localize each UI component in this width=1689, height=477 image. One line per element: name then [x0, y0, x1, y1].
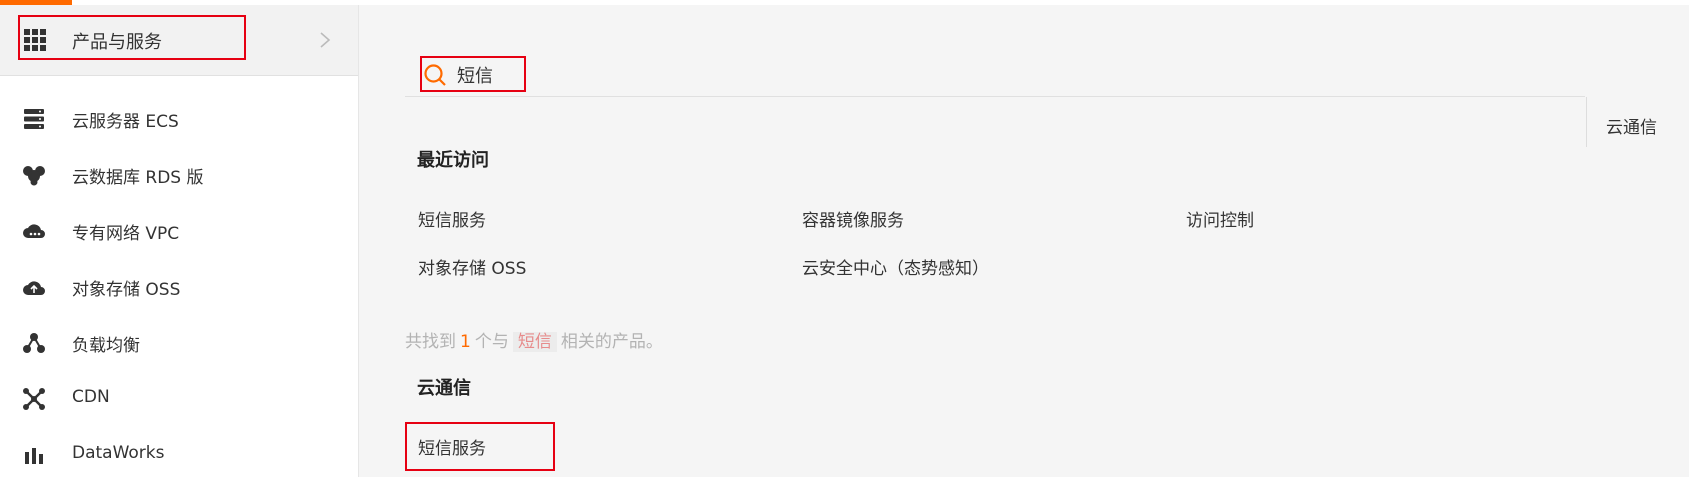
sidebar-item-vpc[interactable]: 专有网络 VPC: [0, 203, 357, 259]
cloud-storage-icon: [23, 281, 45, 295]
search-result-summary: 共找到 1 个与 短信 相关的产品。: [405, 327, 663, 352]
sidebar-item-rds[interactable]: 云数据库 RDS 版: [0, 147, 357, 203]
load-balancer-icon: [23, 333, 45, 353]
result-link-sms[interactable]: 短信服务: [418, 434, 486, 459]
result-count: 1: [460, 332, 471, 352]
search-divider: [405, 96, 1585, 97]
result-suffix: 相关的产品。: [560, 332, 663, 352]
grid-menu-icon: [24, 29, 46, 51]
search-input[interactable]: 短信: [457, 62, 493, 88]
sidebar: 产品与服务 云服务器 ECS 云数据库 RDS 版 专有网络 VPC 对象存储 …: [0, 5, 359, 477]
right-column-divider: [1586, 97, 1587, 147]
sidebar-item-label: 专有网络 VPC: [72, 224, 180, 244]
sidebar-item-label: DataWorks: [72, 443, 165, 463]
database-icon: [23, 166, 45, 186]
products-services-header[interactable]: 产品与服务: [0, 5, 358, 76]
server-icon: [24, 109, 44, 129]
recent-visits-title: 最近访问: [417, 150, 489, 171]
category-tab-cloud-communication[interactable]: 云通信: [1606, 113, 1657, 138]
sidebar-item-cdn[interactable]: CDN: [0, 371, 357, 427]
recent-link-access-control[interactable]: 访问控制: [1186, 206, 1254, 231]
recent-link-container-registry[interactable]: 容器镜像服务: [802, 206, 904, 231]
sidebar-item-slb[interactable]: 负载均衡: [0, 315, 357, 371]
recent-link-security-center[interactable]: 云安全中心（态势感知）: [802, 254, 989, 279]
sidebar-item-oss[interactable]: 对象存储 OSS: [0, 259, 357, 315]
sidebar-item-label: CDN: [72, 387, 110, 407]
sidebar-item-label: 对象存储 OSS: [72, 280, 181, 300]
dataworks-icon: [25, 448, 43, 464]
cdn-icon: [23, 388, 45, 410]
sidebar-item-ecs[interactable]: 云服务器 ECS: [0, 91, 357, 147]
result-keyword: 短信: [512, 332, 557, 352]
recent-link-sms[interactable]: 短信服务: [418, 206, 486, 231]
cloud-network-icon: [23, 224, 45, 238]
result-category-title: 云通信: [417, 378, 471, 399]
sidebar-item-dataworks[interactable]: DataWorks: [0, 427, 357, 477]
sidebar-item-label: 负载均衡: [72, 336, 140, 356]
result-prefix: 共找到: [405, 332, 456, 352]
result-middle: 个与: [474, 332, 509, 352]
sidebar-item-label: 云数据库 RDS 版: [72, 168, 204, 188]
recent-link-oss[interactable]: 对象存储 OSS: [418, 254, 526, 279]
search-icon: [424, 64, 446, 86]
chevron-right-icon: [320, 32, 331, 48]
sidebar-item-label: 云服务器 ECS: [72, 112, 179, 132]
products-services-label: 产品与服务: [72, 32, 162, 53]
